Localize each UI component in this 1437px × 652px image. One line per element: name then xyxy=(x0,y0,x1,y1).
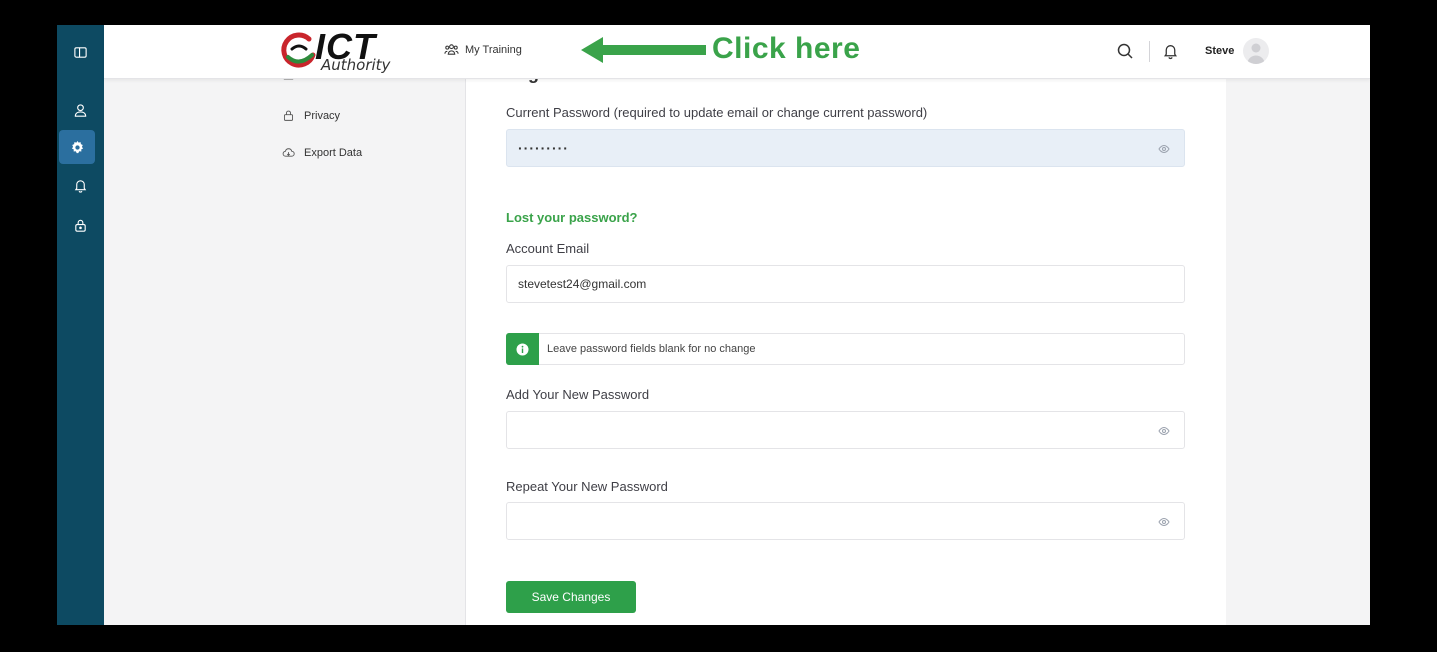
top-bar: ICT Authority My Training Click here Ste… xyxy=(104,25,1370,79)
security-button[interactable] xyxy=(57,208,104,242)
save-changes-button[interactable]: Save Changes xyxy=(506,581,636,613)
bell-icon xyxy=(74,179,87,193)
users-icon xyxy=(444,44,459,55)
profile-button[interactable] xyxy=(57,93,104,127)
sidebar-toggle-button[interactable] xyxy=(57,35,104,69)
current-password-field[interactable]: ········· xyxy=(506,129,1185,167)
email-value: stevetest24@gmail.com xyxy=(518,277,647,291)
user-icon xyxy=(74,103,87,117)
sidebar-item-label: Privacy xyxy=(304,109,341,122)
settings-button[interactable] xyxy=(59,130,95,164)
logo-subtext: Authority xyxy=(321,56,391,74)
repeat-password-field[interactable] xyxy=(506,502,1185,540)
current-password-value: ········· xyxy=(518,140,569,156)
account-email-label: Account Email xyxy=(506,241,590,256)
avatar-placeholder-icon xyxy=(1247,43,1265,64)
lock-icon xyxy=(283,110,294,121)
my-training-label: My Training xyxy=(465,43,522,56)
cloud-download-icon xyxy=(282,148,295,157)
show-password-eye-icon[interactable] xyxy=(1158,516,1170,528)
show-password-eye-icon[interactable] xyxy=(1158,143,1170,155)
sidebar-item-privacy[interactable]: Privacy xyxy=(282,109,482,122)
ict-authority-logo[interactable]: ICT Authority xyxy=(275,26,395,75)
email-field[interactable]: stevetest24@gmail.com xyxy=(506,265,1185,303)
avatar[interactable] xyxy=(1243,38,1269,64)
notifications-button[interactable] xyxy=(57,168,104,202)
repeat-password-label: Repeat Your New Password xyxy=(506,479,668,494)
new-password-field[interactable] xyxy=(506,411,1185,449)
notice-text: Leave password fields blank for no chang… xyxy=(547,343,756,355)
info-icon xyxy=(506,333,539,365)
current-password-label: Current Password (required to update ema… xyxy=(506,105,928,120)
video-frame: ICT Authority My Training Click here Ste… xyxy=(0,0,1437,652)
click-here-annotation: Click here xyxy=(712,32,861,65)
toolbar-divider xyxy=(1149,41,1150,62)
sidebar-item-export-data[interactable]: Export Data xyxy=(282,146,482,159)
search-icon[interactable] xyxy=(1116,42,1134,60)
new-password-label: Add Your New Password xyxy=(506,387,650,402)
settings-side-panel: Notification Preferences Privacy Export … xyxy=(104,70,466,625)
password-notice: Leave password fields blank for no chang… xyxy=(506,333,1185,365)
annotation-arrow-icon xyxy=(581,37,706,63)
notifications-bell-icon[interactable] xyxy=(1162,42,1179,60)
login-information-form: Login Information Current Password (requ… xyxy=(466,63,1226,625)
gear-icon xyxy=(71,140,83,153)
show-password-eye-icon[interactable] xyxy=(1158,425,1170,437)
user-name[interactable]: Steve xyxy=(1205,45,1234,57)
sidebar-item-label: Export Data xyxy=(304,146,363,159)
lost-password-link[interactable]: Lost your password? xyxy=(506,210,637,225)
unlock-icon xyxy=(75,219,86,232)
sidebar-toggle-icon xyxy=(74,46,87,58)
logo-swoosh-icon xyxy=(281,32,316,68)
my-training-link[interactable]: My Training xyxy=(444,42,522,57)
app-screen: ICT Authority My Training Click here Ste… xyxy=(57,25,1370,625)
icon-rail xyxy=(57,25,104,625)
